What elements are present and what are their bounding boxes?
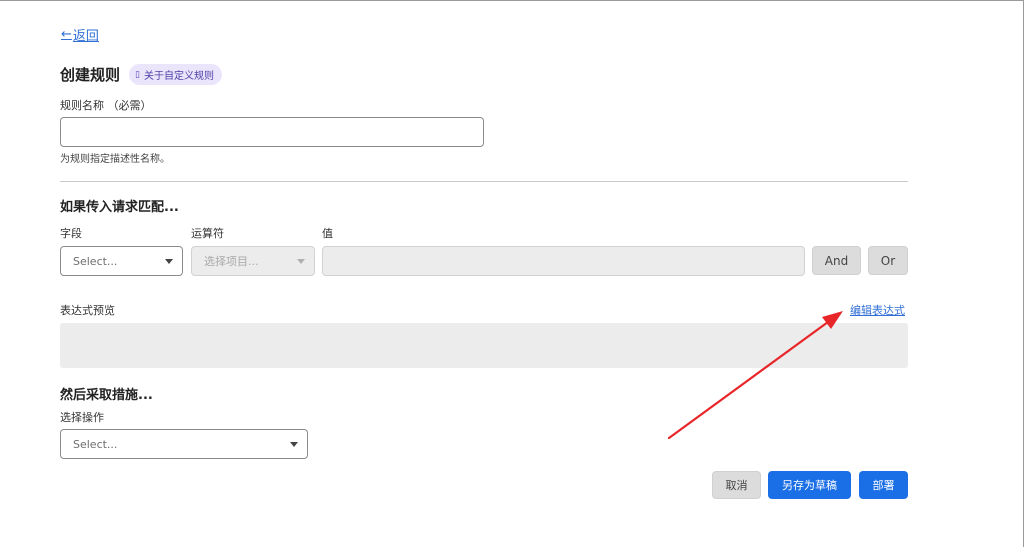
action-section-title: 然后采取措施... (60, 388, 153, 403)
value-label: 值 (322, 227, 333, 240)
chevron-down-icon (297, 259, 305, 264)
page-title: 创建规则 (60, 66, 121, 84)
field-label: 字段 (60, 227, 82, 240)
field-select[interactable]: Select... (60, 246, 183, 276)
or-button[interactable]: Or (868, 246, 908, 275)
expression-preview-label: 表达式预览 (60, 304, 115, 317)
title-row: 创建规则 ▯ 关于自定义规则 (60, 64, 222, 85)
deploy-button[interactable]: 部署 (859, 471, 908, 499)
chevron-down-icon (290, 442, 298, 447)
operator-select-value: 选择项目... (204, 255, 259, 268)
rule-name-input[interactable] (60, 117, 484, 147)
and-button[interactable]: And (812, 246, 861, 275)
operator-select[interactable]: 选择项目... (191, 246, 315, 276)
help-label: 关于自定义规则 (143, 71, 214, 82)
field-select-value: Select... (73, 254, 118, 268)
action-label: 选择操作 (60, 411, 104, 424)
help-link-pill[interactable]: ▯ 关于自定义规则 (129, 64, 222, 85)
action-select[interactable]: Select... (60, 429, 308, 459)
back-arrow-icon: ← (61, 27, 72, 42)
edit-expression-link[interactable]: 编辑表达式 (850, 302, 905, 318)
book-icon: ▯ (135, 69, 140, 80)
rule-name-hint: 为规则指定描述性名称。 (60, 154, 170, 165)
match-section-title: 如果传入请求匹配... (60, 200, 179, 215)
back-label: 返回 (72, 29, 99, 44)
chevron-down-icon (165, 259, 173, 264)
operator-label: 运算符 (191, 227, 224, 240)
cancel-button[interactable]: 取消 (712, 471, 761, 499)
section-divider (60, 181, 908, 182)
save-draft-button[interactable]: 另存为草稿 (768, 471, 851, 499)
value-input[interactable] (322, 246, 805, 276)
rule-name-label: 规则名称 （必需） (60, 99, 152, 112)
action-select-value: Select... (73, 437, 118, 451)
back-link[interactable]: ← 返回 (61, 25, 99, 44)
expression-preview-box (60, 323, 908, 368)
